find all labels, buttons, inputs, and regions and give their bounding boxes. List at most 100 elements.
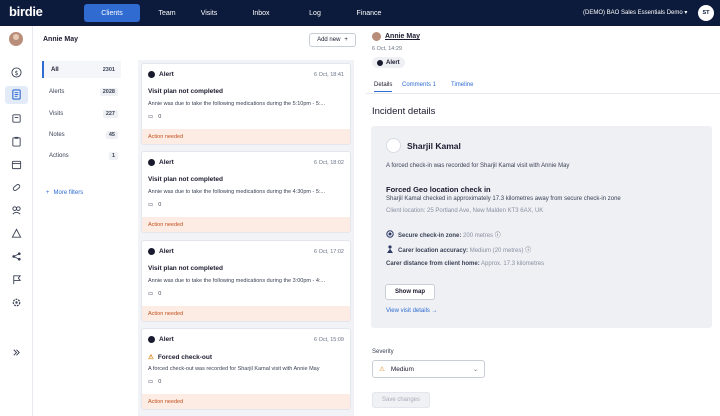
carer-name: Sharjil Kamal — [407, 141, 461, 151]
svg-text:$: $ — [14, 69, 18, 77]
incident-heading: Forced Geo location check in — [386, 185, 491, 194]
view-visit-label: View visit details — [386, 308, 430, 314]
card-comments[interactable]: ▭ 0 — [148, 114, 161, 120]
feed-list: Alert 6 Oct, 18:41 Visit plan not comple… — [138, 60, 354, 416]
expand-sidebar-icon[interactable] — [11, 347, 22, 358]
feed-card[interactable]: Alert 6 Oct, 18:02 Visit plan not comple… — [141, 151, 351, 233]
filter-count: 2028 — [99, 87, 118, 96]
comment-icon: ▭ — [148, 379, 154, 385]
filter-count: 2301 — [102, 66, 115, 73]
tab-details[interactable]: Details — [374, 82, 393, 92]
medication-icon[interactable] — [11, 182, 22, 193]
tab-timeline[interactable]: Timeline — [451, 82, 473, 88]
detail-client-avatar — [372, 32, 381, 41]
secure-zone-value: 200 metres — [463, 233, 494, 239]
detail-type-badge: Alert — [372, 57, 405, 68]
body-map-icon[interactable] — [11, 205, 22, 216]
action-needed-banner: Action needed — [142, 129, 350, 144]
filter-notes[interactable]: Notes 45 — [42, 126, 121, 143]
detail-client-name[interactable]: Annie May — [385, 33, 420, 40]
accuracy-value: Medium (20 metres) — [469, 248, 524, 254]
nav-team[interactable]: Team — [152, 0, 182, 26]
share-icon[interactable] — [11, 251, 22, 262]
add-new-button[interactable]: Add new + — [309, 33, 356, 47]
filter-all[interactable]: All 2301 — [42, 61, 121, 78]
birdie-logo[interactable]: birdie — [9, 4, 43, 19]
card-title: Visit plan not completed — [148, 88, 224, 95]
info-icon[interactable]: ⓘ — [525, 248, 531, 254]
document-icon[interactable] — [11, 89, 22, 100]
badge-label: Alert — [386, 59, 400, 66]
action-needed-banner: Action needed — [142, 394, 350, 409]
agency-name: (DEMO) BAO Sales Essentials Demo — [583, 10, 683, 16]
nav-clients[interactable]: Clients — [84, 4, 140, 22]
card-type-label: Alert — [159, 159, 174, 166]
view-visit-details-link[interactable]: View visit details → — [386, 308, 438, 314]
gear-icon[interactable] — [11, 297, 22, 308]
nav-visits[interactable]: Visits — [194, 0, 224, 26]
card-comments[interactable]: ▭ 0 — [148, 202, 161, 208]
save-changes-button[interactable]: Save changes — [372, 392, 430, 408]
nav-log[interactable]: Log — [300, 0, 330, 26]
filter-actions[interactable]: Actions 1 — [42, 147, 121, 164]
flag-icon[interactable] — [11, 274, 22, 285]
hazard-icon[interactable] — [11, 228, 22, 239]
alert-icon — [148, 336, 155, 343]
comment-count: 0 — [158, 202, 162, 208]
accuracy-row: Carer location accuracy: Medium (20 metr… — [398, 245, 531, 254]
filter-count: 227 — [102, 109, 118, 118]
severity-select[interactable]: ⚠ Medium ⌄ — [372, 360, 485, 378]
filter-alerts[interactable]: Alerts 2028 — [42, 83, 121, 100]
alert-icon — [377, 59, 383, 66]
filter-visits[interactable]: Visits 227 — [42, 105, 121, 122]
card-date: 6 Oct, 18:41 — [314, 72, 344, 78]
alert-icon — [148, 159, 155, 166]
card-body: Annie was due to take the following medi… — [148, 101, 326, 107]
incident-heading-sub: Sharjil Kamal checked in approximately 1… — [386, 196, 621, 202]
show-map-button[interactable]: Show map — [385, 284, 435, 300]
nav-finance[interactable]: Finance — [354, 0, 384, 26]
calendar-icon[interactable] — [11, 159, 22, 170]
filter-label: Notes — [49, 131, 65, 138]
severity-value: Medium — [390, 365, 414, 373]
card-type-label: Alert — [159, 248, 174, 255]
card-title-label: Forced check-out — [157, 353, 213, 361]
dollar-icon[interactable]: $ — [11, 67, 22, 78]
comment-icon: ▭ — [148, 291, 154, 297]
secure-zone-label: Secure check-in zone: — [398, 233, 462, 239]
client-avatar[interactable] — [9, 32, 23, 46]
tab-comments[interactable]: Comments 1 — [402, 82, 436, 88]
card-type-label: Alert — [159, 71, 174, 78]
card-comments[interactable]: ▭ 0 — [148, 379, 161, 385]
nav-inbox[interactable]: Inbox — [246, 0, 276, 26]
card-date: 6 Oct, 17:02 — [314, 249, 344, 255]
card-comments[interactable]: ▭ 0 — [148, 291, 161, 297]
incident-summary: A forced check-in was recorded for Sharj… — [386, 163, 570, 169]
card-body: Annie was due to take the following medi… — [148, 189, 326, 195]
filter-label: Actions — [49, 152, 69, 159]
card-date: 6 Oct, 15:09 — [314, 337, 344, 343]
card-title: Visit plan not completed — [148, 176, 224, 183]
comment-icon: ▭ — [148, 114, 154, 120]
person-pin-icon — [387, 245, 393, 253]
comment-count: 0 — [158, 379, 162, 385]
user-avatar[interactable]: ST — [698, 5, 714, 21]
accuracy-label: Carer location accuracy: — [398, 248, 469, 254]
agency-selector[interactable]: (DEMO) BAO Sales Essentials Demo ▾ — [583, 9, 687, 16]
warning-icon: ⚠ — [379, 366, 385, 373]
clipboard-icon[interactable] — [11, 136, 22, 147]
distance-row: Carer distance from client home: Approx.… — [386, 261, 544, 267]
feed-card[interactable]: Alert 6 Oct, 18:41 Visit plan not comple… — [141, 63, 351, 145]
distance-value: Approx. 17.3 kilometres — [481, 261, 545, 267]
card-body: A forced check-out was recorded for Shar… — [148, 366, 320, 372]
feed-card[interactable]: Alert 6 Oct, 15:09 ⚠ Forced check-out A f… — [141, 328, 351, 410]
filter-count: 45 — [105, 130, 118, 139]
chevron-down-icon: ⌄ — [472, 367, 478, 373]
notes-icon[interactable] — [11, 113, 22, 124]
card-type: Alert — [148, 336, 174, 343]
card-body: Annie was due to take the following medi… — [148, 278, 326, 284]
info-icon[interactable]: ⓘ — [495, 233, 501, 239]
card-type-label: Alert — [159, 336, 174, 343]
more-filters-link[interactable]: + More filters — [46, 190, 83, 196]
feed-card[interactable]: Alert 6 Oct, 17:02 Visit plan not comple… — [141, 240, 351, 322]
